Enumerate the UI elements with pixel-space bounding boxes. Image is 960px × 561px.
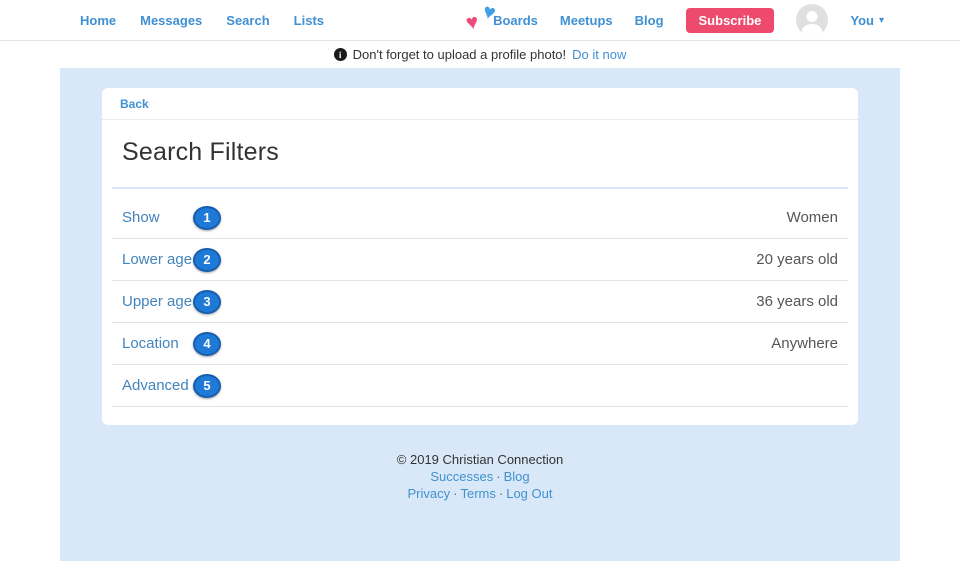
info-icon: i — [334, 48, 347, 61]
nav-item-meetups[interactable]: Meetups — [560, 13, 613, 28]
nav-item-lists[interactable]: Lists — [294, 13, 324, 28]
filter-label: Location — [122, 335, 193, 352]
marker-badge-5: 5 — [193, 374, 221, 398]
secondary-nav: Boards Meetups Blog Subscribe You ▾ — [493, 0, 884, 40]
page-footer: © 2019 Christian Connection Successes·Bl… — [0, 451, 960, 502]
separator-dot: · — [496, 469, 500, 484]
back-bar: Back — [102, 88, 858, 120]
user-menu-label: You — [850, 13, 874, 28]
separator-dot: · — [499, 486, 503, 501]
nav-item-home[interactable]: Home — [80, 13, 116, 28]
do-it-now-link[interactable]: Do it now — [572, 47, 626, 62]
filter-value: 36 years old — [756, 293, 838, 310]
separator-dot: · — [453, 486, 457, 501]
filter-value: 20 years old — [756, 251, 838, 268]
filter-row-location[interactable]: Location 4 Anywhere — [112, 323, 848, 365]
footer-links-row-2: Privacy·Terms·Log Out — [0, 485, 960, 502]
search-filters-card: Back Search Filters Show 1 Women Lower a… — [102, 88, 858, 425]
user-menu[interactable]: You ▾ — [850, 13, 884, 28]
top-navigation: Home Messages Search Lists ♥ ♥ Boards Me… — [0, 0, 960, 41]
title-section: Search Filters — [102, 120, 858, 187]
filter-rows: Show 1 Women Lower age 2 20 years old Up… — [112, 187, 848, 425]
nav-item-search[interactable]: Search — [226, 13, 269, 28]
nav-item-messages[interactable]: Messages — [140, 13, 202, 28]
filter-row-advanced[interactable]: Advanced 5 — [112, 365, 848, 407]
footer-link-blog[interactable]: Blog — [504, 469, 530, 484]
marker-badge-3: 3 — [193, 290, 221, 314]
filter-row-lower-age[interactable]: Lower age 2 20 years old — [112, 239, 848, 281]
nav-item-boards[interactable]: Boards — [493, 13, 538, 28]
filter-label: Upper age — [122, 293, 193, 310]
footer-link-successes[interactable]: Successes — [430, 469, 493, 484]
notification-bar: i Don't forget to upload a profile photo… — [0, 41, 960, 68]
footer-link-terms[interactable]: Terms — [460, 486, 495, 501]
filter-row-upper-age[interactable]: Upper age 3 36 years old — [112, 281, 848, 323]
filter-value: Women — [787, 209, 838, 226]
nav-item-blog[interactable]: Blog — [635, 13, 664, 28]
main-nav: Home Messages Search Lists — [80, 0, 324, 40]
filter-value: Anywhere — [771, 335, 838, 352]
footer-link-log-out[interactable]: Log Out — [506, 486, 552, 501]
logo-heart-pink-icon: ♥ — [464, 11, 480, 34]
marker-badge-2: 2 — [193, 248, 221, 272]
page-title: Search Filters — [122, 138, 838, 167]
chevron-down-icon: ▾ — [879, 15, 884, 26]
back-button[interactable]: Back — [120, 97, 149, 111]
avatar[interactable] — [796, 4, 828, 36]
filter-label: Advanced — [122, 377, 193, 394]
footer-link-privacy[interactable]: Privacy — [408, 486, 451, 501]
avatar-head-icon — [807, 11, 818, 22]
copyright-text: © 2019 Christian Connection — [0, 451, 960, 468]
footer-links-row-1: Successes· Blog — [0, 468, 960, 485]
subscribe-button[interactable]: Subscribe — [686, 8, 775, 33]
filter-row-show[interactable]: Show 1 Women — [112, 197, 848, 239]
marker-badge-1: 1 — [193, 206, 221, 230]
avatar-body-icon — [802, 24, 822, 36]
notification-text: Don't forget to upload a profile photo! — [353, 47, 567, 62]
marker-badge-4: 4 — [193, 332, 221, 356]
filter-label: Show — [122, 209, 193, 226]
filter-label: Lower age — [122, 251, 193, 268]
